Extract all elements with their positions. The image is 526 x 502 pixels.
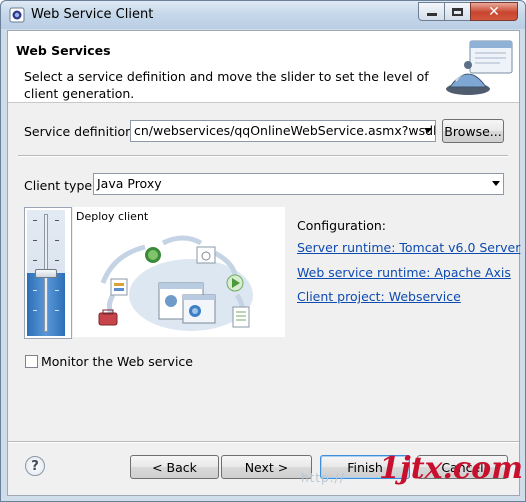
wizard-banner: Web Services Select a service definition… — [8, 31, 519, 103]
watermark-url: http:// — [301, 471, 345, 485]
slider-tick — [33, 310, 37, 311]
slider-tick — [55, 290, 59, 291]
client-type-label: Client type: — [24, 178, 97, 193]
slider-tick — [33, 220, 37, 221]
slider-thumb[interactable] — [35, 269, 57, 278]
web-service-runtime-link[interactable]: Web service runtime: Apache Axis — [297, 265, 511, 280]
maximize-icon — [452, 7, 463, 16]
globe-icon — [145, 247, 161, 263]
footer-separator — [8, 441, 519, 443]
service-definition-value: cn/webservices/qqOnlineWebService.asmx?w… — [134, 123, 436, 138]
slider-tick — [55, 220, 59, 221]
eclipse-app-icon — [9, 7, 25, 23]
server-window-icon — [196, 246, 216, 264]
title-bar[interactable]: Web Service Client ✕ — [1, 1, 525, 29]
separator — [18, 155, 508, 157]
next-button[interactable]: Next > — [221, 455, 312, 479]
close-button[interactable]: ✕ — [470, 2, 518, 21]
maximize-button[interactable] — [444, 2, 471, 21]
deploy-client-illustration: Deploy client — [73, 207, 285, 337]
slider-tick — [55, 260, 59, 261]
watermark-logo: 1jtx.com — [379, 451, 523, 486]
client-project-link[interactable]: Client project: Webservice — [297, 289, 461, 304]
slider-tick — [33, 240, 37, 241]
document-icon — [232, 306, 250, 328]
chevron-down-icon[interactable] — [424, 128, 432, 133]
slider-tick — [33, 290, 37, 291]
window-title: Web Service Client — [31, 7, 154, 22]
configuration-heading: Configuration: — [297, 218, 386, 233]
deploy-client-diagram — [98, 235, 253, 331]
back-button[interactable]: < Back — [130, 455, 219, 479]
page-title: Web Services — [16, 43, 111, 58]
wsdl-file-icon — [110, 278, 128, 296]
page-description: Select a service definition and move the… — [24, 69, 429, 101]
run-icon — [226, 274, 244, 292]
dialog-content: Web Services Select a service definition… — [7, 30, 520, 496]
client-generation-slider[interactable] — [24, 207, 72, 339]
service-definition-combo[interactable]: cn/webservices/qqOnlineWebService.asmx?w… — [130, 120, 436, 142]
web-service-wizard-icon — [446, 40, 513, 95]
slider-level-label: Deploy client — [76, 210, 149, 223]
help-icon[interactable]: ? — [25, 456, 45, 476]
client-type-value: Java Proxy — [97, 176, 162, 191]
close-icon: ✕ — [488, 3, 500, 20]
dialog-window: Web Service Client ✕ Web Services Select… — [0, 0, 526, 502]
slider-tick — [33, 260, 37, 261]
slider-tick — [55, 310, 59, 311]
browse-button[interactable]: Browse... — [442, 119, 504, 143]
monitor-checkbox[interactable] — [25, 355, 38, 368]
service-definition-label: Service definition: — [24, 124, 138, 139]
minimize-icon — [426, 13, 437, 16]
client-type-combo[interactable]: Java Proxy — [93, 173, 504, 195]
chevron-down-icon[interactable] — [492, 181, 500, 186]
slider-tick — [55, 240, 59, 241]
minimize-button[interactable] — [418, 2, 445, 21]
server-runtime-link[interactable]: Server runtime: Tomcat v6.0 Server — [297, 240, 520, 255]
monitor-label: Monitor the Web service — [41, 354, 193, 369]
